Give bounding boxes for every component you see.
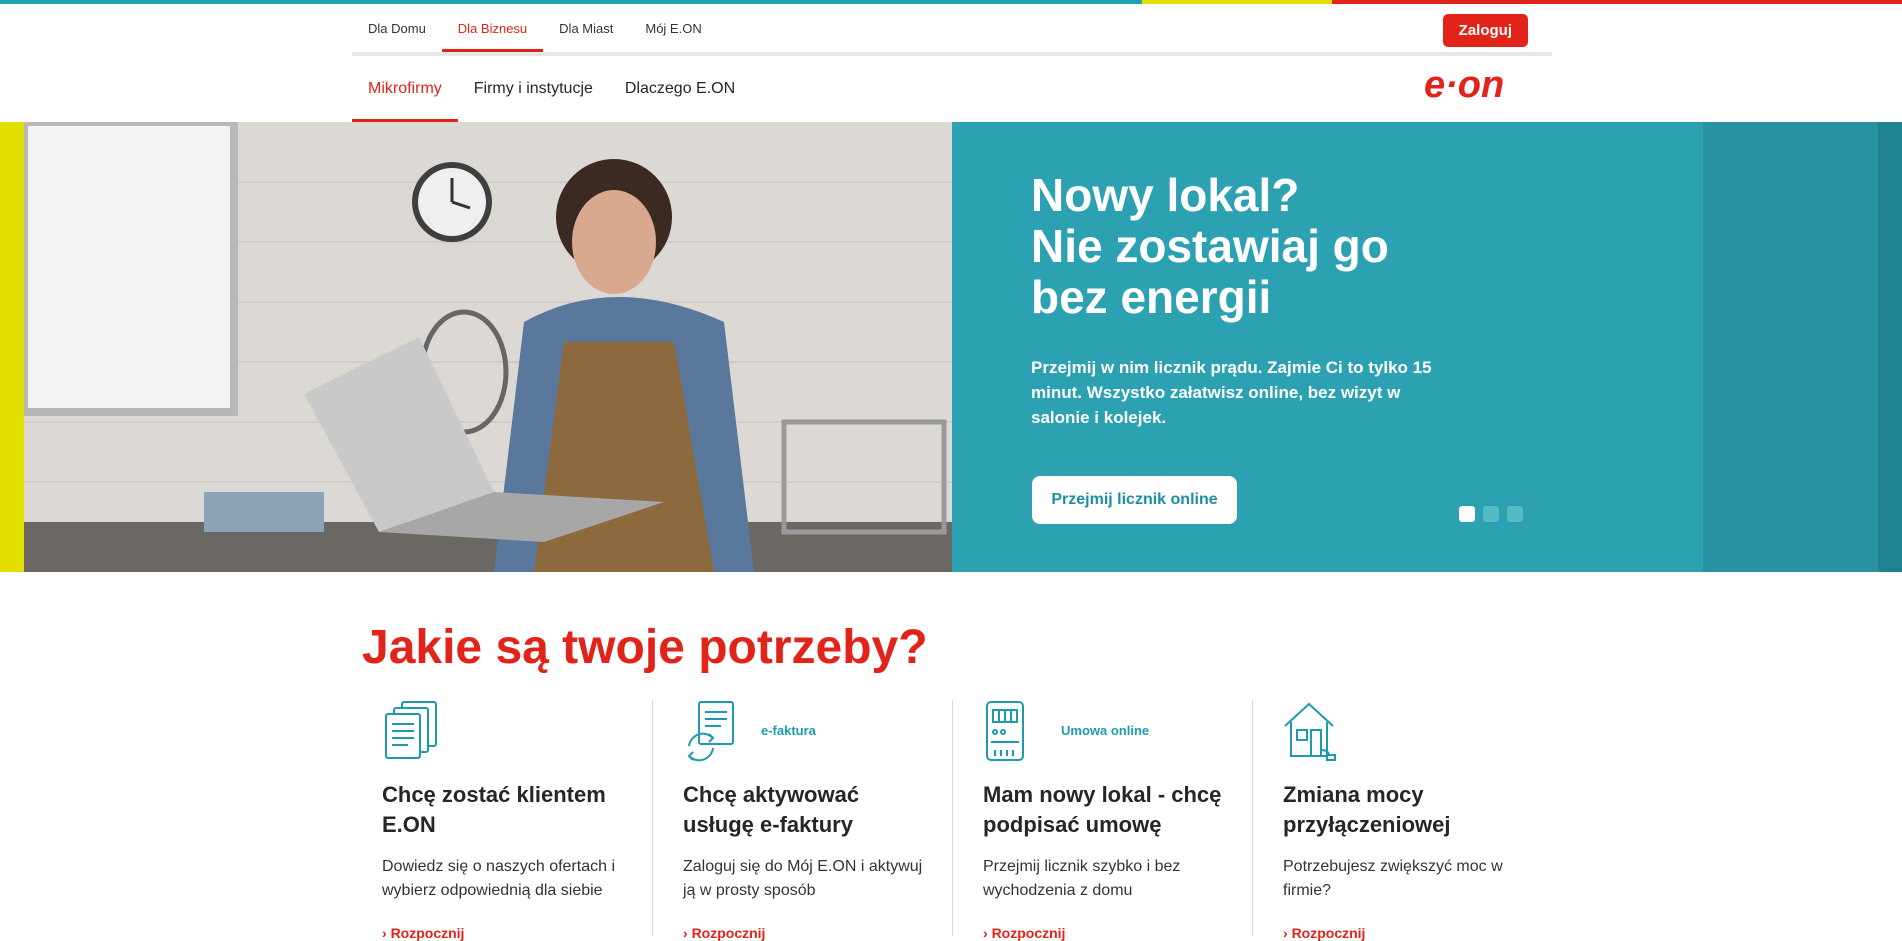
card-link-label: Rozpocznij [991, 925, 1066, 941]
card-title: Mam nowy lokal - chcę podpisać umowę [983, 782, 1222, 837]
card-description: Dowiedz się o naszych ofertach i wybierz… [382, 858, 615, 899]
top-nav-dla-miast[interactable]: Dla Miast [543, 4, 629, 52]
need-card-e-invoice[interactable]: e-faktura Chcę aktywować usługę e-faktur… [652, 700, 952, 941]
carousel-dots [1459, 506, 1523, 522]
hero-yellow-stripe [0, 122, 24, 572]
house-plug-icon [1284, 702, 1336, 761]
top-nav-moj-eon[interactable]: Mój E.ON [629, 4, 717, 52]
main-nav-links: Mikrofirmy Firmy i instytucje Dlaczego E… [352, 56, 751, 122]
card-title: Zmiana mocy przyłączeniowej [1283, 782, 1451, 837]
hero-side-panel-edge [1878, 122, 1902, 572]
need-card-power-change[interactable]: Zmiana mocy przyłączeniowej Potrzebujesz… [1252, 700, 1552, 941]
carousel-dot-2[interactable] [1483, 506, 1499, 522]
card-tag: e-faktura [761, 723, 816, 738]
main-navigation: Mikrofirmy Firmy i instytucje Dlaczego E… [352, 56, 1552, 122]
card-description: Przejmij licznik szybko i bez wychodzeni… [983, 858, 1181, 899]
card-description: Zaloguj się do Mój E.ON i aktywuj ją w p… [683, 858, 923, 899]
card-description: Potrzebujesz zwiększyć moc w firmie? [1283, 858, 1503, 899]
card-start-link[interactable]: › Rozpocznij [983, 925, 1065, 941]
hero-description: Przejmij w nim licznik prądu. Zajmie Ci … [1031, 358, 1432, 427]
card-link-label: Rozpocznij [1291, 925, 1366, 941]
hero-banner: Nowy lokal? Nie zostawiaj go bez energii… [0, 122, 1902, 572]
chevron-right-icon: › [683, 925, 692, 941]
carousel-dot-3[interactable] [1507, 506, 1523, 522]
card-start-link[interactable]: › Rozpocznij [1283, 925, 1365, 941]
card-start-link[interactable]: › Rozpocznij [382, 925, 464, 941]
eon-logo[interactable]: e·on [1424, 66, 1536, 104]
card-title: Chcę zostać klientem E.ON [382, 782, 606, 837]
take-over-meter-button[interactable]: Przejmij licznik online [1032, 476, 1237, 524]
hero-title-line: Nie zostawiaj go [1031, 220, 1389, 272]
chevron-right-icon: › [983, 925, 992, 941]
carousel-dot-1[interactable] [1459, 506, 1475, 522]
login-button[interactable]: Zaloguj [1442, 14, 1528, 47]
documents-icon [385, 701, 437, 759]
top-nav-links: Dla Domu Dla Biznesu Dla Miast Mój E.ON [352, 4, 718, 52]
electric-meter-icon [986, 701, 1024, 761]
card-title: Chcę aktywować usługę e-faktury [683, 782, 860, 837]
eon-logo-text: e·on [1424, 66, 1504, 104]
card-start-link[interactable]: › Rozpocznij [683, 925, 765, 941]
top-navigation: Dla Domu Dla Biznesu Dla Miast Mój E.ON … [352, 4, 1552, 56]
card-tag: Umowa online [1061, 723, 1150, 738]
needs-heading: Jakie są twoje potrzeby? [362, 621, 928, 674]
top-nav-dla-domu[interactable]: Dla Domu [352, 4, 442, 52]
need-card-new-premises[interactable]: Umowa online Mam nowy lokal - chcę podpi… [952, 700, 1252, 941]
hero-title-line: Nowy lokal? [1031, 169, 1300, 221]
top-nav-dla-biznesu[interactable]: Dla Biznesu [441, 4, 544, 52]
chevron-right-icon: › [1283, 925, 1292, 941]
hero-photo-illustration [24, 122, 952, 572]
card-link-label: Rozpocznij [390, 925, 465, 941]
chevron-right-icon: › [382, 925, 391, 941]
e-invoice-icon [687, 701, 734, 762]
main-nav-firmy-i-instytucje[interactable]: Firmy i instytucje [458, 56, 609, 122]
needs-cards: Chcę zostać klientem E.ON Dowiedz się o … [352, 700, 1552, 941]
hero-title-line: bez energii [1031, 271, 1272, 323]
hero-side-panel [1703, 122, 1878, 572]
main-nav-mikrofirmy[interactable]: Mikrofirmy [352, 56, 458, 122]
hero-title: Nowy lokal? Nie zostawiaj go bez energii [1031, 170, 1451, 323]
need-card-become-client[interactable]: Chcę zostać klientem E.ON Dowiedz się o … [352, 700, 652, 941]
main-nav-dlaczego-eon[interactable]: Dlaczego E.ON [609, 56, 751, 122]
hero-photo [24, 122, 952, 572]
card-link-label: Rozpocznij [691, 925, 766, 941]
